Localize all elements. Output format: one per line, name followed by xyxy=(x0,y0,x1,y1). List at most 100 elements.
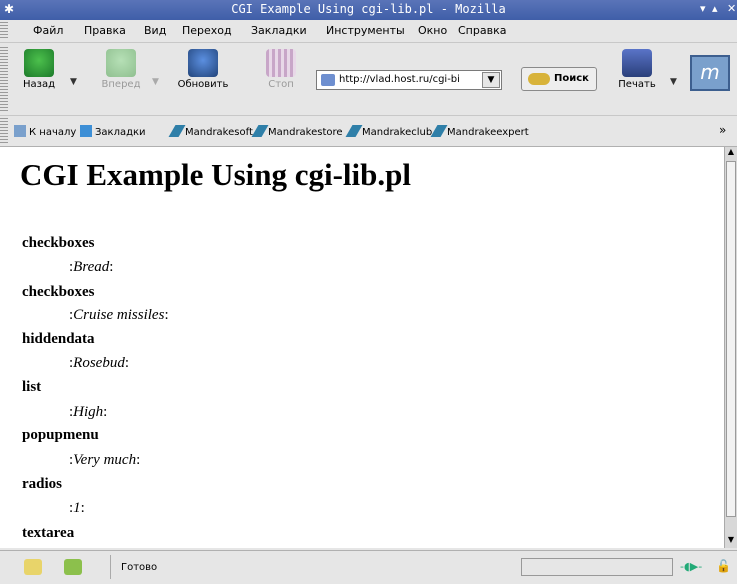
bookmark-link-label: Mandrakesoft xyxy=(185,127,253,138)
forward-label: Вперед xyxy=(101,79,141,90)
reload-icon xyxy=(188,49,218,77)
scroll-up-arrow-icon[interactable]: ▲ xyxy=(725,147,737,160)
back-arrow-icon xyxy=(24,49,54,77)
reload-label: Обновить xyxy=(177,79,229,90)
back-button[interactable]: Назад xyxy=(12,47,66,90)
online-status-icon[interactable]: -◖▶- xyxy=(680,560,710,573)
field-name: popupmenu xyxy=(22,427,99,443)
field-name: checkboxes xyxy=(22,235,95,251)
field-value: :1: xyxy=(69,500,85,517)
field-name: list xyxy=(22,379,42,395)
search-icon xyxy=(528,73,550,85)
mozilla-throbber-logo[interactable]: m xyxy=(690,55,730,91)
bookmark-icon xyxy=(168,125,186,137)
url-dropdown-icon[interactable]: ▼ xyxy=(482,72,500,88)
page-heading: CGI Example Using cgi-lib.pl xyxy=(20,157,411,192)
menu-view[interactable]: Вид xyxy=(144,24,166,37)
field-value: :Rosebud: xyxy=(69,355,129,372)
print-label: Печать xyxy=(618,79,656,90)
bookmark-link-mandrakestore[interactable]: Mandrakestore xyxy=(251,125,343,138)
home-icon xyxy=(14,125,26,137)
bookmark-icon xyxy=(345,125,363,137)
bookmark-icon xyxy=(430,125,448,137)
forward-arrow-icon xyxy=(106,49,136,77)
field-value: :Cruise missiles: xyxy=(69,307,169,324)
bookmark-link-mandrakesoft[interactable]: Mandrakesoft xyxy=(168,125,253,138)
menu-file[interactable]: Файл xyxy=(33,24,63,37)
menubar-grip[interactable] xyxy=(0,22,8,40)
separator: : xyxy=(109,259,114,275)
minimize-icon[interactable]: ▾ xyxy=(700,2,706,15)
menu-window[interactable]: Окно xyxy=(418,24,447,37)
page-content: CGI Example Using cgi-lib.pl checkboxes … xyxy=(0,147,724,548)
field-value-text: Rosebud xyxy=(73,355,125,371)
stop-label: Стоп xyxy=(268,79,294,90)
security-lock-icon[interactable]: 🔓 xyxy=(716,559,732,575)
bookmark-link-label: Mandrakeexpert xyxy=(447,127,529,138)
menu-bookmarks[interactable]: Закладки xyxy=(251,24,307,37)
separator: : xyxy=(124,355,130,371)
field-name: checkboxes xyxy=(22,284,95,300)
stop-button[interactable]: Стоп xyxy=(254,47,308,90)
home-label: К началу xyxy=(29,127,77,138)
menu-tools[interactable]: Инструменты xyxy=(326,24,405,37)
progress-meter xyxy=(521,558,673,576)
stop-icon xyxy=(266,49,296,77)
url-text: http://vlad.host.ru/cgi-bi xyxy=(339,74,460,85)
search-button[interactable]: Поиск xyxy=(521,67,597,91)
field-value: :Very much: xyxy=(69,452,140,469)
bookmarks-button[interactable]: Закладки xyxy=(80,125,146,138)
window-title: CGI Example Using cgi-lib.pl - Mozilla xyxy=(231,2,506,16)
menu-help[interactable]: Справка xyxy=(458,24,506,37)
navigation-toolbar: Назад ▼ Вперед ▼ Обновить Стоп http://vl… xyxy=(0,43,737,116)
more-bookmarks-chevron-icon[interactable]: » xyxy=(719,123,726,137)
print-dropdown-icon[interactable]: ▼ xyxy=(670,77,677,87)
status-divider xyxy=(110,555,111,579)
close-icon[interactable]: ✕ xyxy=(727,2,736,15)
page-proxy-icon xyxy=(321,74,335,86)
field-name: radios xyxy=(22,476,63,492)
bookmarks-icon xyxy=(80,125,92,137)
personal-toolbar: К началу Закладки Mandrakesoft Mandrakes… xyxy=(0,116,737,147)
status-bar: Готово -◖▶- 🔓 xyxy=(0,550,737,584)
back-dropdown-icon[interactable]: ▼ xyxy=(70,77,77,87)
field-value: :High: xyxy=(69,404,107,421)
field-value-text: Bread xyxy=(73,259,110,275)
maximize-icon[interactable]: ▴ xyxy=(712,2,718,15)
forward-button[interactable]: Вперед xyxy=(94,47,148,90)
reload-button[interactable]: Обновить xyxy=(176,47,230,90)
field-value-text: High xyxy=(73,404,104,420)
field-value: :Bread: xyxy=(69,259,113,276)
back-label: Назад xyxy=(22,79,55,90)
field-value-text: Very much xyxy=(73,452,137,468)
scroll-down-arrow-icon[interactable]: ▼ xyxy=(725,535,737,548)
toolbar-grip[interactable] xyxy=(0,47,8,111)
field-name: hiddendata xyxy=(22,331,95,347)
bookmarks-label: Закладки xyxy=(95,127,146,138)
status-text: Готово xyxy=(121,562,158,573)
separator: : xyxy=(103,404,108,420)
window-titlebar: ✱ CGI Example Using cgi-lib.pl - Mozilla… xyxy=(0,0,737,20)
bookmark-link-label: Mandrakeclub xyxy=(362,127,433,138)
field-name: textarea xyxy=(22,525,75,541)
bookmark-link-mandrakeexpert[interactable]: Mandrakeexpert xyxy=(430,125,529,138)
url-field[interactable]: http://vlad.host.ru/cgi-bi ▼ xyxy=(316,70,502,90)
home-button[interactable]: К началу xyxy=(14,125,76,138)
search-label: Поиск xyxy=(554,73,589,84)
composer-icon[interactable] xyxy=(64,559,82,575)
menu-edit[interactable]: Правка xyxy=(84,24,126,37)
bookmark-link-mandrakeclub[interactable]: Mandrakeclub xyxy=(345,125,433,138)
printer-icon xyxy=(622,49,652,77)
vertical-scrollbar[interactable]: ▲ ▼ xyxy=(724,147,737,548)
separator: : xyxy=(80,500,85,516)
forward-dropdown-icon[interactable]: ▼ xyxy=(152,77,159,87)
field-value-text: 1 xyxy=(73,500,81,516)
component-bar-icon[interactable] xyxy=(24,559,42,575)
field-value-text: Cruise missiles xyxy=(73,307,165,323)
menu-go[interactable]: Переход xyxy=(182,24,232,37)
scroll-thumb[interactable] xyxy=(726,161,736,517)
bookmark-link-label: Mandrakestore xyxy=(268,127,343,138)
print-button[interactable]: Печать xyxy=(610,47,664,90)
personal-toolbar-grip[interactable] xyxy=(0,118,8,144)
menu-bar: Файл Правка Вид Переход Закладки Инструм… xyxy=(0,20,737,43)
